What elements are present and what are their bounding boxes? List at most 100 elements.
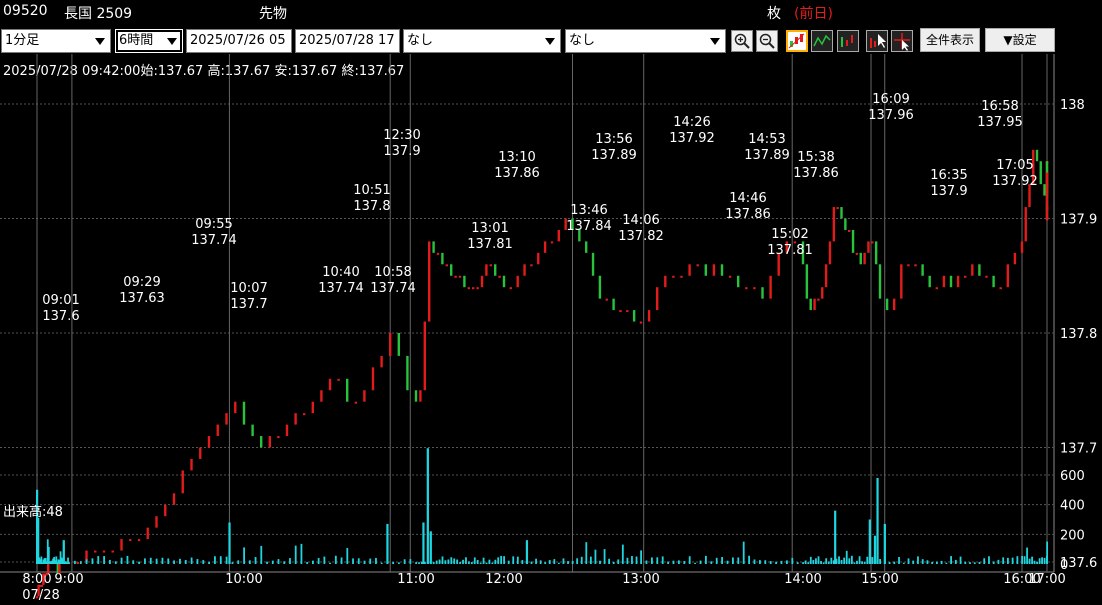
candle — [389, 333, 392, 356]
candle — [207, 436, 211, 448]
volume-bar — [661, 556, 664, 564]
volume-bar — [815, 558, 817, 564]
interval-select[interactable]: 1分足 — [1, 29, 111, 53]
annotation-time: 13:46 — [570, 203, 607, 218]
annotation-time: 10:58 — [374, 265, 411, 280]
volume-bar — [375, 557, 377, 564]
volume-bar — [184, 560, 187, 564]
volume-bar — [173, 560, 175, 564]
volume-bar — [817, 556, 820, 564]
volume-bar — [562, 558, 565, 564]
volume-bar — [567, 561, 569, 564]
candle — [251, 424, 254, 437]
volume-bar — [47, 546, 50, 564]
crosshair-cursor-icon[interactable] — [891, 30, 913, 52]
volume-bar — [1021, 555, 1023, 564]
volume-bar — [196, 559, 199, 564]
volume-bar — [553, 559, 556, 564]
time-tick-label: 17:00 — [1028, 572, 1065, 587]
volume-bar — [807, 562, 810, 564]
candle — [813, 298, 816, 311]
volume-bar — [340, 557, 343, 564]
candle — [753, 287, 756, 290]
annotation-price: 137.92 — [992, 174, 1038, 189]
volume-tick-label: 0 — [1060, 558, 1068, 573]
volume-bar — [300, 543, 303, 564]
candle — [419, 390, 422, 402]
candlestick-chart-icon[interactable] — [786, 30, 808, 52]
full-view-button[interactable]: 全件表示 — [920, 28, 980, 52]
date-from-input[interactable]: 2025/07/26 05 — [186, 29, 292, 53]
candle — [414, 390, 418, 402]
candle — [964, 275, 967, 278]
candle — [639, 321, 643, 324]
volume-bar — [441, 556, 444, 564]
time-tick-label: 9:00 — [54, 572, 83, 587]
volume-bar — [804, 560, 807, 564]
volume-bar — [500, 555, 503, 564]
annotation-price: 137.86 — [725, 207, 771, 222]
volume-bar — [954, 559, 957, 564]
candle — [949, 275, 953, 288]
volume-bar — [202, 560, 205, 564]
volume-bar — [294, 545, 297, 564]
bar-chart-icon[interactable] — [837, 30, 859, 52]
volume-bar — [465, 557, 467, 564]
line-chart-icon[interactable] — [811, 30, 833, 52]
settings-button[interactable]: ▼設定 — [985, 28, 1055, 52]
volume-bar — [539, 560, 542, 564]
candle — [632, 310, 636, 322]
candle — [242, 401, 246, 425]
indicator1-select[interactable]: なし — [403, 29, 561, 53]
date-to-input[interactable]: 2025/07/28 17 — [295, 29, 400, 53]
candle — [454, 275, 457, 278]
candle — [441, 252, 444, 265]
volume-bar — [398, 562, 400, 564]
volume-bar — [422, 522, 425, 564]
annotation-time: 16:35 — [930, 168, 967, 183]
candle — [181, 470, 184, 494]
zoom-in-icon[interactable] — [731, 30, 753, 52]
volume-bar — [346, 548, 349, 564]
cursor-trend-icon[interactable] — [866, 30, 888, 52]
volume-bar — [631, 556, 633, 564]
candle — [836, 207, 839, 210]
volume-bar — [992, 561, 995, 564]
volume-bar — [447, 559, 450, 564]
volume-bar — [494, 559, 497, 564]
indicator2-select[interactable]: なし — [565, 29, 726, 53]
volume-bar — [438, 559, 441, 564]
candle — [863, 252, 866, 265]
period-select[interactable]: 6時間 — [115, 29, 183, 53]
volume-bar — [1007, 557, 1009, 564]
candle — [1039, 161, 1042, 185]
date-tick-label: 07/28 — [22, 588, 59, 603]
candle — [720, 264, 724, 276]
candle — [855, 252, 859, 255]
volume-bar — [1041, 557, 1043, 564]
volume-bar — [289, 558, 291, 564]
volume-bar — [997, 559, 1000, 564]
zoom-out-icon[interactable] — [756, 30, 778, 52]
volume-bar — [409, 559, 412, 564]
candle — [824, 264, 828, 288]
candle — [363, 390, 366, 402]
volume-bar — [488, 559, 491, 564]
volume-bar — [871, 557, 874, 564]
volume-bar — [79, 561, 82, 564]
volume-bar — [988, 556, 990, 564]
annotation-time: 16:09 — [872, 92, 909, 107]
volume-bar — [830, 557, 833, 564]
volume-bar — [228, 522, 231, 564]
volume-bar — [898, 557, 900, 564]
annotation-time: 12:30 — [383, 128, 420, 143]
annotation-time: 09:01 — [42, 293, 79, 308]
volume-bar — [667, 561, 669, 564]
volume-bar — [912, 560, 915, 564]
candle — [225, 413, 228, 425]
volume-bar — [983, 558, 986, 564]
volume-bar — [109, 559, 111, 564]
candle — [859, 252, 862, 265]
volume-bar — [248, 560, 251, 564]
volume-bar — [621, 544, 624, 564]
